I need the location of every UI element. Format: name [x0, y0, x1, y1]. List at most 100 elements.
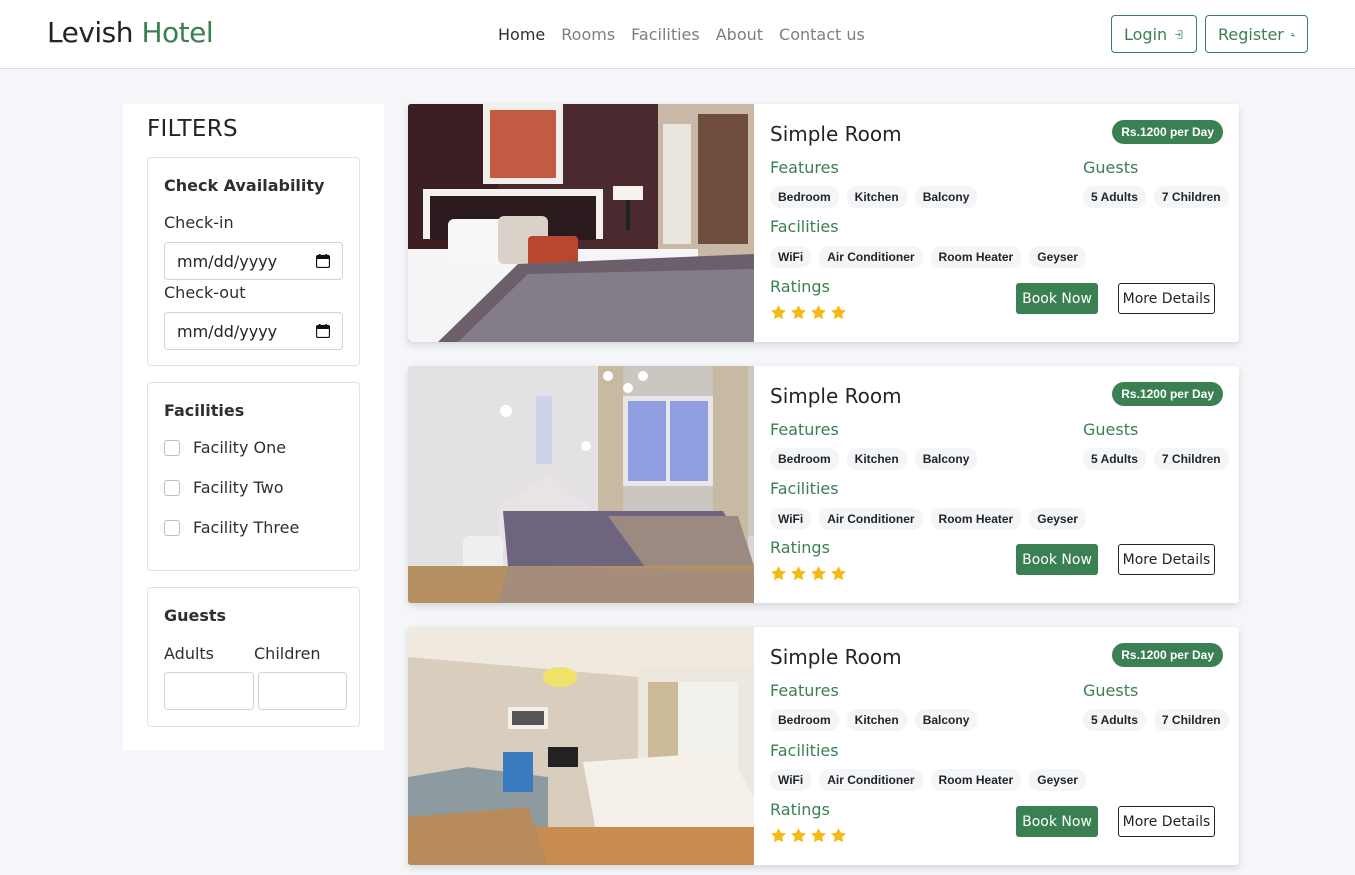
- nav-link-rooms[interactable]: Rooms: [561, 25, 615, 44]
- guests-list: 5 Adults 7 Children: [1083, 709, 1229, 731]
- register-button[interactable]: Register: [1205, 15, 1308, 53]
- facility-chip: Air Conditioner: [819, 246, 923, 268]
- facility-chip: Geyser: [1029, 246, 1086, 268]
- calendar-icon[interactable]: [316, 324, 330, 338]
- facility-chip: WiFi: [770, 769, 812, 791]
- more-details-button[interactable]: More Details: [1118, 544, 1215, 575]
- facility-chip: Air Conditioner: [819, 769, 923, 791]
- adults-input[interactable]: [164, 672, 254, 710]
- facility-checkbox[interactable]: [164, 479, 180, 496]
- star-icon: [791, 305, 806, 320]
- facility-chip: Room Heater: [930, 769, 1022, 791]
- star-icon: [771, 828, 786, 843]
- facilities-label: Facilities: [770, 217, 839, 236]
- star-icon: [771, 305, 786, 320]
- guest-chip: 5 Adults: [1083, 709, 1146, 731]
- register-label: Register: [1218, 24, 1284, 44]
- facilities-list: WiFi Air Conditioner Room Heater Geyser: [770, 769, 1086, 791]
- nav-link-contact[interactable]: Contact us: [779, 25, 865, 44]
- guests-list: 5 Adults 7 Children: [1083, 448, 1229, 470]
- more-details-button[interactable]: More Details: [1118, 806, 1215, 837]
- rating-stars: [770, 565, 847, 582]
- ratings-label: Ratings: [770, 277, 830, 296]
- room-name: Simple Room: [770, 645, 902, 669]
- facility-checkbox[interactable]: [164, 519, 180, 536]
- facility-option[interactable]: Facility Three: [164, 518, 299, 537]
- navbar: Levish Hotel Home Rooms Facilities About…: [0, 0, 1355, 69]
- feature-chip: Balcony: [914, 709, 978, 731]
- feature-chip: Balcony: [914, 186, 978, 208]
- feature-chip: Balcony: [914, 448, 978, 470]
- room-image: [408, 366, 754, 603]
- facilities-label: Facilities: [770, 479, 839, 498]
- facility-option[interactable]: Facility One: [164, 438, 286, 457]
- star-icon: [831, 828, 846, 843]
- rating-stars: [770, 304, 847, 321]
- facility-option-label: Facility Two: [193, 478, 284, 497]
- nav-link-about[interactable]: About: [716, 25, 763, 44]
- login-label: Login: [1124, 24, 1168, 44]
- room-image: [408, 627, 754, 865]
- room-name: Simple Room: [770, 384, 902, 408]
- facility-option-label: Facility One: [193, 438, 287, 457]
- guest-chip: 7 Children: [1153, 448, 1229, 470]
- star-icon: [831, 305, 846, 320]
- brand-accent: Hotel: [141, 16, 214, 49]
- guests-label: Guests: [1083, 420, 1139, 439]
- guest-chip: 5 Adults: [1083, 448, 1146, 470]
- guests-label: Guests: [1083, 681, 1139, 700]
- facilities-title: Facilities: [164, 401, 245, 420]
- guest-chip: 7 Children: [1153, 709, 1229, 731]
- facility-chip: WiFi: [770, 508, 812, 530]
- facility-chip: Room Heater: [930, 246, 1022, 268]
- guest-chip: 7 Children: [1153, 186, 1229, 208]
- more-details-button[interactable]: More Details: [1118, 283, 1215, 314]
- star-icon: [811, 566, 826, 581]
- facility-chip: Geyser: [1029, 769, 1086, 791]
- star-icon: [811, 305, 826, 320]
- ratings-label: Ratings: [770, 800, 830, 819]
- nav-link-facilities[interactable]: Facilities: [631, 25, 700, 44]
- checkin-label: Check-in: [164, 213, 234, 232]
- room-card: Simple Room Rs.1200 per Day Features Bed…: [408, 366, 1239, 603]
- feature-chip: Kitchen: [846, 709, 907, 731]
- checkout-date-input[interactable]: mm/dd/yyyy: [164, 312, 343, 350]
- star-icon: [791, 828, 806, 843]
- filters-title: FILTERS: [147, 116, 238, 142]
- feature-chip: Bedroom: [770, 709, 839, 731]
- rating-stars: [770, 827, 847, 844]
- checkin-value: mm/dd/yyyy: [177, 251, 278, 271]
- children-label: Children: [254, 644, 321, 663]
- facility-option[interactable]: Facility Two: [164, 478, 284, 497]
- feature-chip: Bedroom: [770, 448, 839, 470]
- nav-links: Home Rooms Facilities About Contact us: [498, 25, 865, 44]
- features-label: Features: [770, 158, 839, 177]
- availability-box: Check Availability Check-in mm/dd/yyyy C…: [147, 157, 360, 366]
- features-label: Features: [770, 681, 839, 700]
- children-input[interactable]: [258, 672, 347, 710]
- nav-link-home[interactable]: Home: [498, 25, 545, 44]
- facility-checkbox[interactable]: [164, 439, 180, 456]
- availability-title: Check Availability: [164, 176, 325, 195]
- book-now-button[interactable]: Book Now: [1016, 283, 1098, 314]
- star-icon: [771, 566, 786, 581]
- ratings-label: Ratings: [770, 538, 830, 557]
- login-button[interactable]: Login: [1111, 15, 1197, 53]
- filters-panel: FILTERS Check Availability Check-in mm/d…: [123, 104, 384, 750]
- checkout-label: Check-out: [164, 283, 246, 302]
- feature-chip: Kitchen: [846, 186, 907, 208]
- book-now-button[interactable]: Book Now: [1016, 544, 1098, 575]
- book-now-button[interactable]: Book Now: [1016, 806, 1098, 837]
- feature-chip: Kitchen: [846, 448, 907, 470]
- adults-label: Adults: [164, 644, 215, 663]
- star-icon: [811, 828, 826, 843]
- brand-logo[interactable]: Levish Hotel: [47, 16, 214, 49]
- facilities-box: Facilities Facility One Facility Two Fac…: [147, 382, 360, 571]
- facilities-list: WiFi Air Conditioner Room Heater Geyser: [770, 246, 1086, 268]
- calendar-icon[interactable]: [316, 254, 330, 268]
- features-list: Bedroom Kitchen Balcony: [770, 186, 978, 208]
- checkin-date-input[interactable]: mm/dd/yyyy: [164, 242, 343, 280]
- star-icon: [831, 566, 846, 581]
- facility-chip: Room Heater: [930, 508, 1022, 530]
- guests-list: 5 Adults 7 Children: [1083, 186, 1229, 208]
